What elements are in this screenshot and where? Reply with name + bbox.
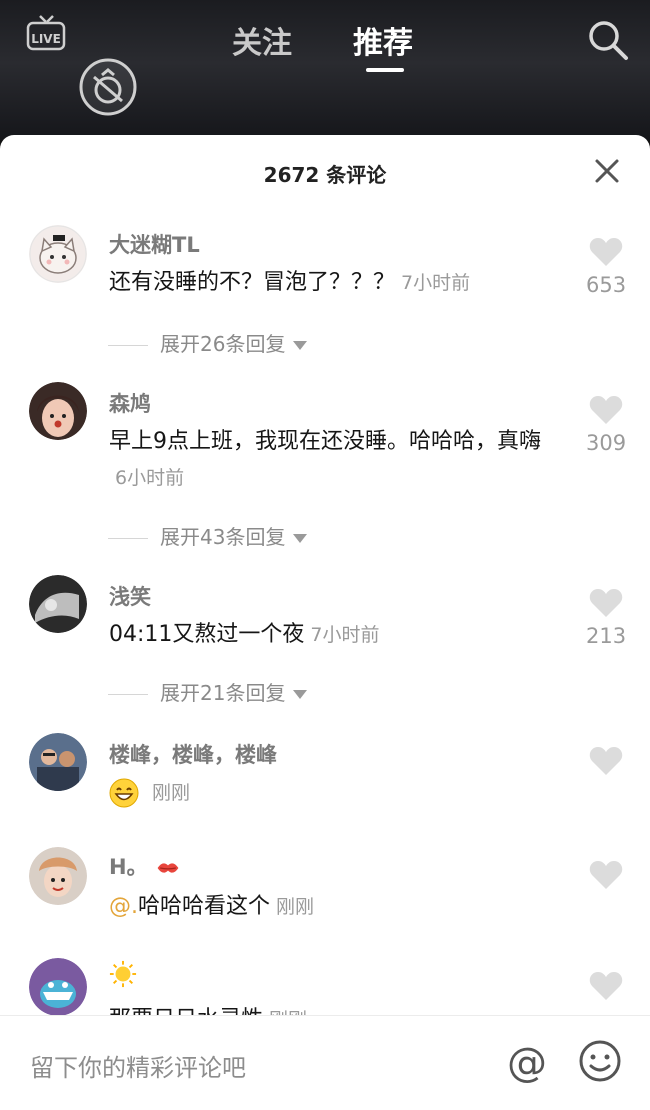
heart-icon: [589, 861, 623, 889]
heart-icon: [589, 747, 623, 775]
divider-line: [108, 345, 148, 346]
live-icon[interactable]: LIVE: [26, 14, 66, 52]
comment-text-block: 早上9点上班，我现在还没睡。哈哈哈，真嗨 6小时前: [109, 424, 549, 496]
sun-emoji-icon: [109, 960, 137, 988]
bw-avatar[interactable]: [29, 575, 87, 633]
comment-time: 刚刚: [276, 896, 315, 918]
comment-input-bar: 留下你的精彩评论吧 @: [0, 1015, 650, 1110]
like-count: 213: [586, 624, 627, 648]
cat-avatar[interactable]: [29, 225, 87, 283]
divider-line: [108, 538, 148, 539]
like-button[interactable]: [586, 746, 626, 776]
tab-following[interactable]: 关注: [232, 18, 292, 62]
group-avatar[interactable]: [29, 733, 87, 791]
monster-avatar[interactable]: [29, 958, 87, 1016]
close-icon[interactable]: [591, 155, 623, 187]
caret-down-icon: [293, 341, 308, 350]
at-symbol: @: [507, 1041, 547, 1085]
comment-username[interactable]: 楼峰，楼峰，楼峰: [109, 739, 277, 769]
heart-icon: [589, 589, 623, 617]
comment-username: H。: [109, 851, 181, 881]
like-button[interactable]: 653: [586, 237, 626, 297]
tab-recommended[interactable]: 推荐: [353, 18, 413, 62]
like-button[interactable]: [586, 971, 626, 1001]
at-mention-icon[interactable]: @: [505, 1041, 549, 1085]
expand-replies[interactable]: 展开26条回复: [108, 328, 308, 357]
like-count: 309: [586, 431, 627, 455]
comment-username[interactable]: 大迷糊TL: [109, 229, 200, 259]
comment-time: 7小时前: [310, 624, 380, 646]
comment-text-block: @.哈哈哈看这个 刚刚: [109, 889, 549, 925]
comment-username[interactable]: 浅笑: [109, 581, 151, 611]
like-button[interactable]: 309: [586, 395, 626, 455]
comment-text-block: 04:11又熬过一个夜 7小时前: [109, 617, 549, 653]
comment-text: 哈哈哈看这个: [138, 894, 271, 919]
expand-replies-label: 展开43条回复: [160, 525, 286, 549]
comment-time: 刚刚: [152, 782, 191, 804]
expand-replies[interactable]: 展开21条回复: [108, 677, 308, 706]
expand-replies[interactable]: 展开43条回复: [108, 521, 308, 550]
divider-line: [108, 694, 148, 695]
comment-time: 6小时前: [115, 467, 185, 489]
comment-text: 早上9点上班，我现在还没睡。哈哈哈，真嗨: [109, 429, 541, 454]
caret-down-icon: [293, 534, 308, 543]
expand-replies-label: 展开21条回复: [160, 681, 286, 705]
active-tab-indicator: [366, 68, 404, 72]
comment-text: 04:11又熬过一个夜: [109, 622, 305, 647]
heart-icon: [589, 238, 623, 266]
live-icon-label: LIVE: [31, 32, 61, 46]
search-icon[interactable]: [586, 18, 630, 62]
expand-replies-row: 展开21条回复: [108, 681, 308, 705]
mention-text[interactable]: @.: [109, 894, 138, 919]
comments-count-title: 2672 条评论: [263, 163, 387, 187]
comment-input[interactable]: 留下你的精彩评论吧: [30, 1048, 246, 1083]
comment-text: 还有没睡的不？冒泡了？？？: [109, 270, 396, 295]
comment-username[interactable]: 森鸠: [109, 388, 151, 418]
emoji-smile-icon[interactable]: [578, 1039, 622, 1083]
comment-username-text[interactable]: H。: [109, 855, 148, 879]
circle-action-icon[interactable]: [78, 57, 138, 117]
heart-icon: [589, 396, 623, 424]
caret-down-icon: [293, 690, 308, 699]
like-count: 653: [586, 273, 627, 297]
comment-time: 7小时前: [401, 272, 471, 294]
expand-replies-row: 展开26条回复: [108, 332, 308, 356]
like-button[interactable]: 213: [586, 588, 626, 648]
like-button[interactable]: [586, 860, 626, 890]
girl2-avatar[interactable]: [29, 847, 87, 905]
expand-replies-row: 展开43条回复: [108, 525, 308, 549]
comments-sheet: 2672 条评论 大迷糊TL 还有没睡的不？冒泡了？？？ 7小时前 653 展开…: [0, 135, 650, 1109]
heart-icon: [589, 972, 623, 1000]
kiss-emoji-icon: [157, 863, 179, 873]
girl-avatar[interactable]: [29, 382, 87, 440]
comment-text-block: 还有没睡的不？冒泡了？？？ 7小时前: [109, 265, 549, 301]
video-header: LIVE 关注 推荐: [0, 0, 650, 140]
comment-text-block: 刚刚: [109, 775, 549, 811]
expand-replies-label: 展开26条回复: [160, 332, 286, 356]
comment-username: [109, 960, 137, 988]
grin-emoji-icon: [109, 778, 139, 808]
